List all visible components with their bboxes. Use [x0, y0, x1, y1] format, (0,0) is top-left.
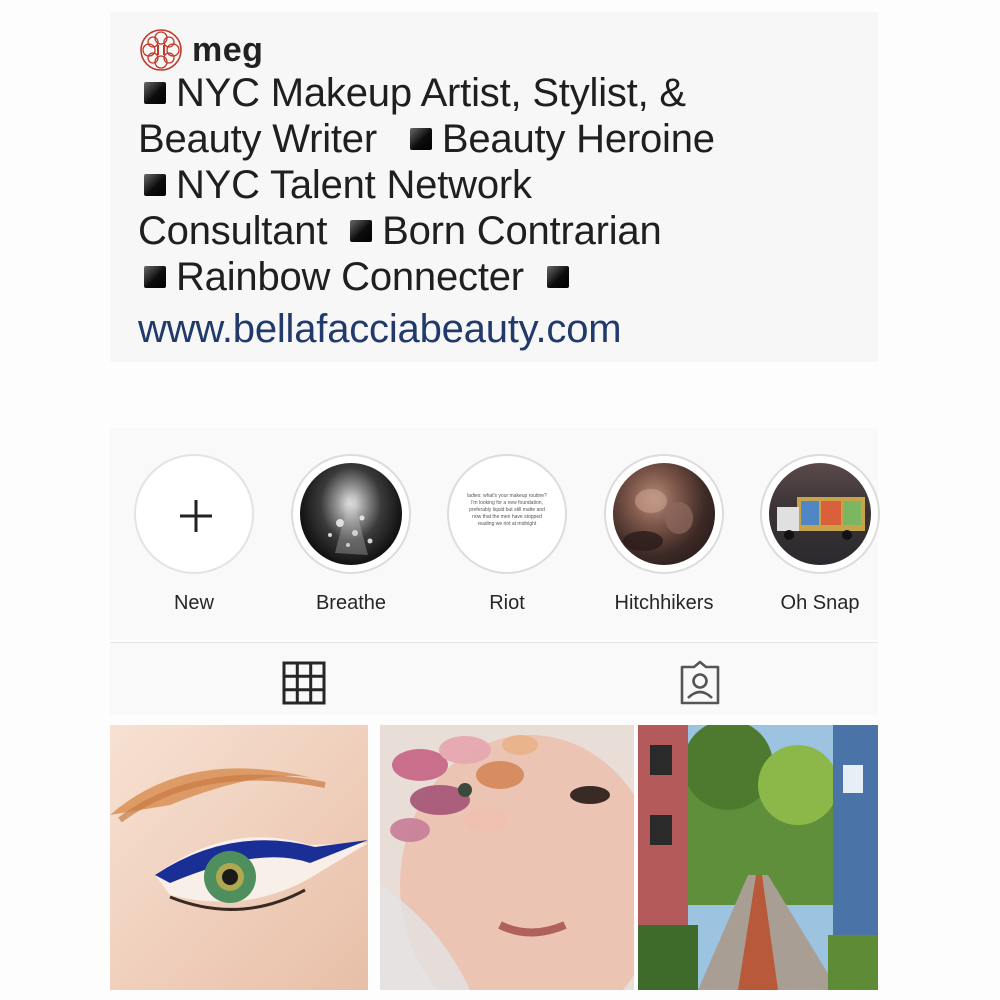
story-highlights: New Breathe ladies: what's your makeup r… — [110, 428, 880, 640]
highlight-hitchhikers[interactable]: Hitchhikers — [602, 454, 726, 615]
highlight-label: Breathe — [315, 592, 387, 614]
highlight-preview-text: ladies: what's your makeup routine? I'm … — [467, 493, 547, 527]
bio-text: Rainbow Connecter — [176, 255, 524, 299]
username-row: meg — [138, 28, 263, 72]
bio-line-2: Beauty Writer Beauty Heroine — [138, 116, 715, 162]
highlight-cover-image — [300, 463, 402, 565]
post-image — [110, 725, 368, 990]
bio-text: Beauty Heroine — [441, 117, 715, 161]
bio-text: Born Contrarian — [382, 209, 662, 253]
posts-grid — [110, 725, 878, 990]
bio-line-3: NYC Talent Network — [138, 162, 532, 208]
grid-icon[interactable] — [280, 659, 328, 707]
highlight-ring[interactable] — [604, 454, 724, 574]
floral-seal-icon — [140, 29, 182, 71]
square-bullet-icon — [350, 220, 373, 242]
highlight-label: Hitchhikers — [614, 592, 714, 614]
highlight-ring[interactable] — [760, 454, 880, 574]
profile-bio-card: meg NYC Makeup Artist, Stylist, & Beauty… — [110, 12, 878, 362]
highlight-label: Riot — [489, 592, 525, 614]
highlight-cover-image — [613, 463, 715, 565]
bio-text: Consultant — [138, 209, 328, 253]
highlight-oh-snap[interactable]: Oh Snap — [758, 454, 882, 615]
bio-line-4: Consultant Born Contrarian — [138, 208, 662, 254]
tagged-person-icon[interactable] — [676, 659, 724, 707]
post-thumbnail-garden-path[interactable] — [638, 725, 878, 990]
square-bullet-icon — [546, 266, 569, 288]
website-link[interactable]: www.bellafacciabeauty.com — [138, 307, 622, 352]
highlight-cover-image: ladies: what's your makeup routine? I'm … — [456, 463, 558, 565]
post-thumbnail-petals[interactable] — [380, 725, 634, 990]
bio-text: NYC Talent Network — [176, 163, 532, 207]
highlight-ring[interactable] — [291, 454, 411, 574]
highlight-ring[interactable]: ladies: what's your makeup routine? I'm … — [447, 454, 567, 574]
post-image — [638, 725, 878, 990]
highlight-new[interactable]: New — [132, 454, 256, 615]
highlight-riot[interactable]: ladies: what's your makeup routine? I'm … — [445, 454, 569, 615]
profile-tab-bar — [110, 643, 878, 715]
bio-text: Beauty Writer — [138, 117, 377, 161]
square-bullet-icon — [409, 128, 432, 150]
highlight-ring[interactable] — [134, 454, 254, 574]
bio-text: NYC Makeup Artist, Stylist, & — [176, 71, 686, 115]
highlight-cover-image — [769, 463, 871, 565]
bio-line-5: Rainbow Connecter — [138, 254, 579, 300]
highlight-breathe[interactable]: Breathe — [289, 454, 413, 615]
post-image — [380, 725, 634, 990]
username[interactable]: meg — [192, 31, 263, 70]
plus-icon — [180, 500, 212, 532]
highlight-label: New — [173, 592, 214, 614]
square-bullet-icon — [144, 82, 166, 104]
post-thumbnail-eyeliner[interactable] — [110, 725, 368, 990]
square-bullet-icon — [144, 174, 166, 196]
bio-line-1: NYC Makeup Artist, Stylist, & — [138, 70, 686, 116]
square-bullet-icon — [144, 266, 166, 288]
highlight-label: Oh Snap — [780, 592, 860, 614]
